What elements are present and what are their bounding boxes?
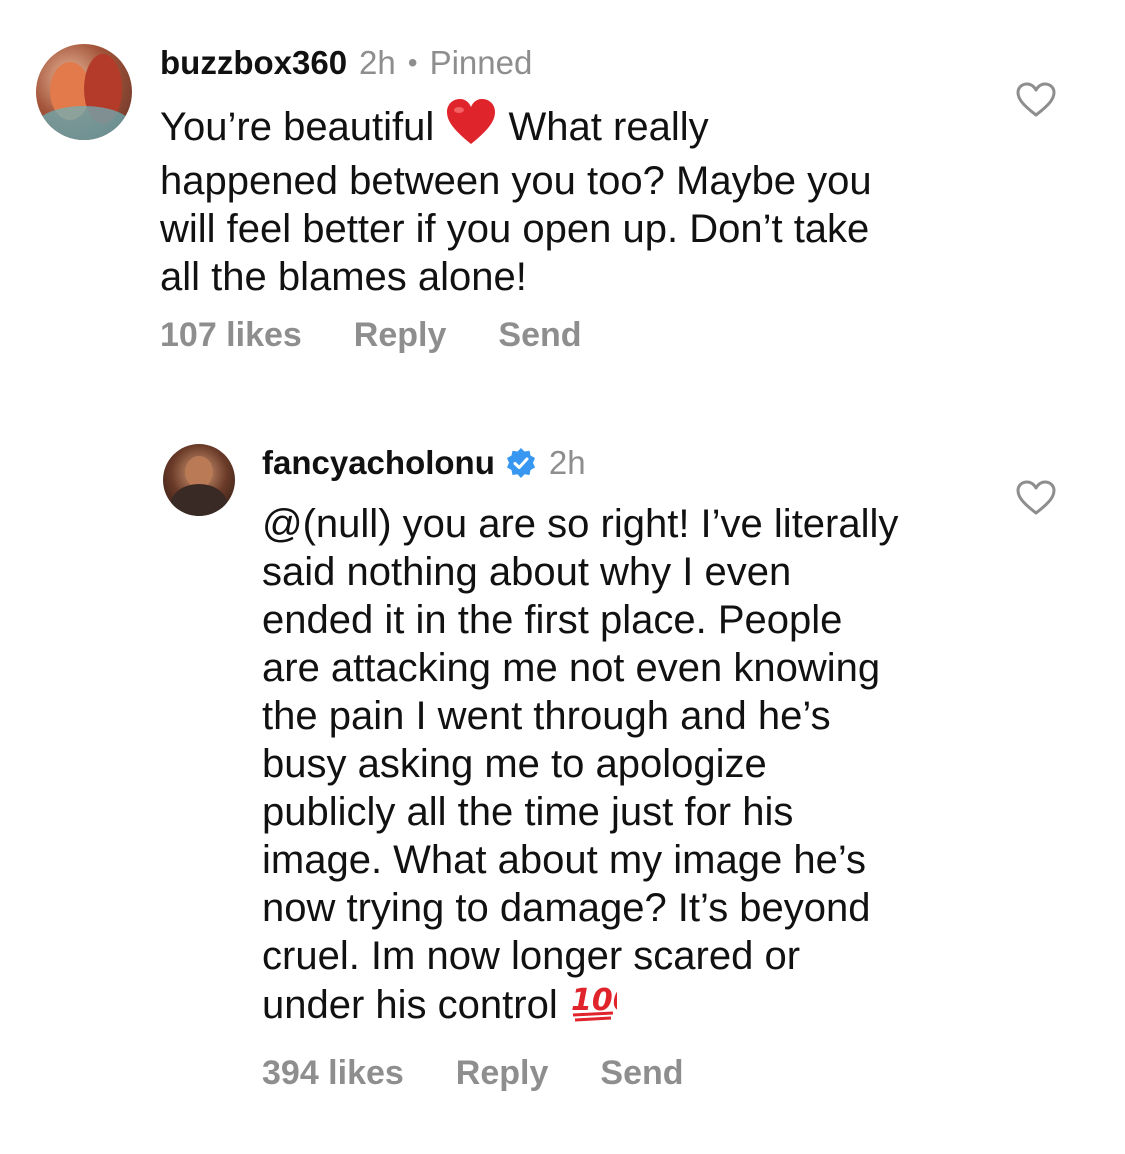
- like-heart-icon[interactable]: [1016, 82, 1056, 118]
- comment-text-part: What really: [497, 105, 709, 149]
- comment-text-part: happened between you too? Maybe you will…: [160, 159, 872, 299]
- like-heart-icon[interactable]: [1016, 480, 1056, 516]
- likes-count[interactable]: 107 likes: [160, 316, 302, 355]
- reply-button[interactable]: Reply: [456, 1054, 549, 1093]
- likes-count[interactable]: 394 likes: [262, 1054, 404, 1093]
- comment-text-part: @(null) you are so right! I’ve literally…: [262, 502, 899, 1027]
- send-button[interactable]: Send: [498, 316, 581, 355]
- pinned-label: Pinned: [429, 44, 533, 81]
- comment-text: @(null) you are so right! I’ve literally…: [262, 500, 1022, 1035]
- comment-pinned: buzzbox360 2h • Pinned You’re beautiful …: [0, 0, 1125, 380]
- avatar[interactable]: [163, 444, 235, 516]
- hundred-points-emoji: 100: [569, 980, 633, 1035]
- heart-emoji: [445, 98, 497, 157]
- comment-reply: fancyacholonu 2h @(null) you are so righ…: [0, 400, 1125, 1120]
- verified-badge-icon: [506, 448, 535, 478]
- username[interactable]: fancyacholonu: [262, 444, 495, 482]
- separator-dot: •: [407, 47, 418, 78]
- username[interactable]: buzzbox360: [160, 44, 347, 82]
- comment-text: You’re beautiful What really happened be…: [160, 98, 980, 301]
- timestamp: 2h: [548, 444, 586, 481]
- send-button[interactable]: Send: [600, 1054, 683, 1093]
- avatar[interactable]: [36, 44, 132, 140]
- reply-button[interactable]: Reply: [354, 316, 447, 355]
- comment-text-part: You’re beautiful: [160, 105, 446, 149]
- timestamp: 2h: [359, 44, 396, 81]
